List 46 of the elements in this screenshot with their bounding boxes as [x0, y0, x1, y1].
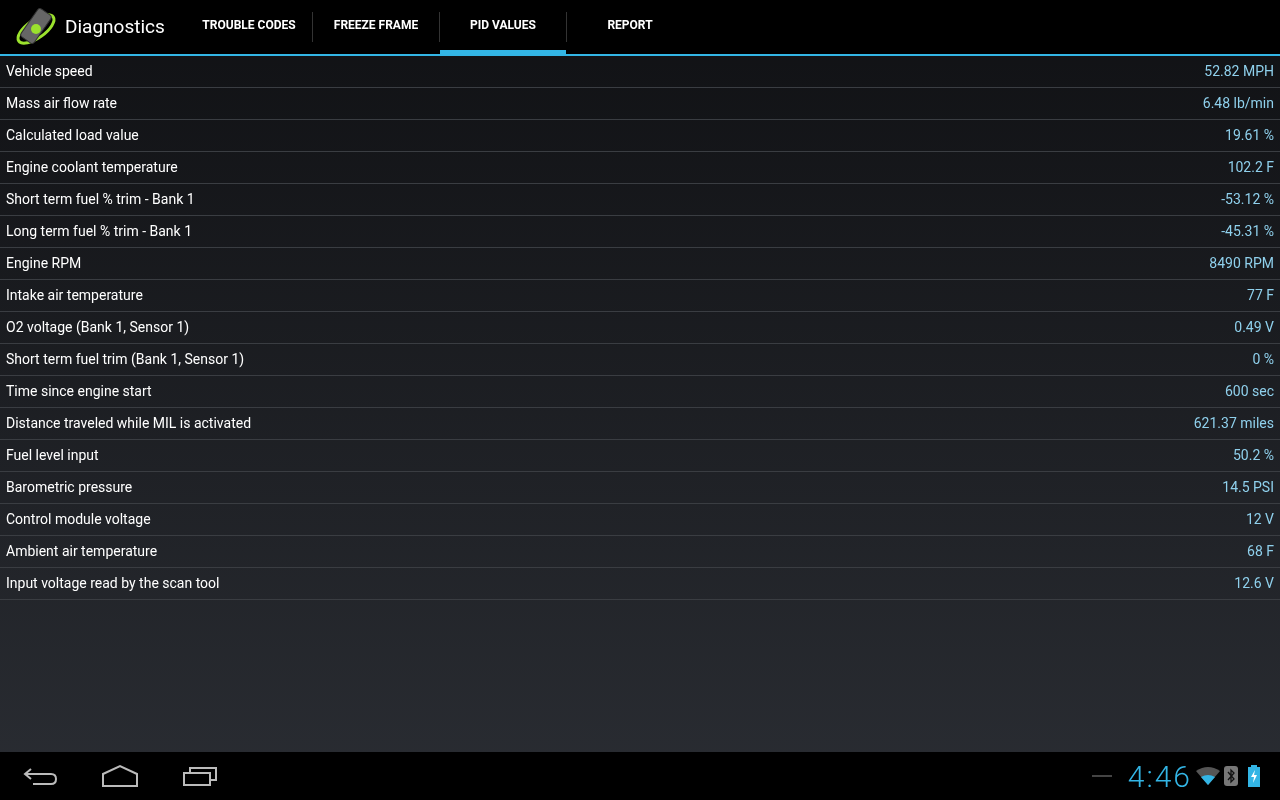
wifi-icon	[1196, 767, 1220, 785]
pid-name: Control module voltage	[6, 510, 151, 529]
pid-name: Mass air flow rate	[6, 94, 117, 113]
pid-name: Calculated load value	[6, 126, 139, 145]
pid-value: -53.12 %	[1221, 190, 1274, 209]
pid-name: Intake air temperature	[6, 286, 143, 305]
pid-name: Engine coolant temperature	[6, 158, 178, 177]
back-icon[interactable]	[23, 765, 59, 787]
tab[interactable]: TROUBLE CODES	[186, 0, 312, 54]
pid-name: Time since engine start	[6, 382, 152, 401]
pid-name: Barometric pressure	[6, 478, 133, 497]
tab[interactable]: PID VALUES	[440, 0, 566, 54]
pid-value: 6.48 lb/min	[1202, 94, 1274, 113]
pid-name: Distance traveled while MIL is activated	[6, 414, 252, 433]
battery-charging-icon	[1248, 765, 1260, 787]
pid-value: 52.82 MPH	[1204, 62, 1274, 81]
pid-value: 600 sec	[1224, 382, 1274, 401]
pid-name: Input voltage read by the scan tool	[6, 574, 220, 593]
tab[interactable]: REPORT	[567, 0, 693, 54]
pid-name: Engine RPM	[6, 254, 82, 273]
recent-apps-icon[interactable]	[182, 765, 218, 787]
pid-value: 19.61 %	[1225, 126, 1274, 145]
pid-value: 12 V	[1245, 510, 1274, 529]
pid-value: 14.5 PSI	[1222, 478, 1274, 497]
pid-name: Short term fuel % trim - Bank 1	[6, 190, 195, 209]
pid-value: 68 F	[1247, 542, 1274, 561]
pid-value: -45.31 %	[1221, 222, 1274, 241]
pid-value: 50.2 %	[1232, 446, 1274, 465]
pid-name: Fuel level input	[6, 446, 99, 465]
pid-value: 102.2 F	[1227, 158, 1274, 177]
pid-value: 621.37 miles	[1193, 414, 1274, 433]
pid-name: Long term fuel % trim - Bank 1	[6, 222, 193, 241]
home-icon[interactable]	[101, 764, 139, 788]
clock: 4:46	[1127, 757, 1192, 796]
app-title: Diagnostics	[65, 13, 165, 40]
pid-name: Vehicle speed	[6, 62, 93, 81]
pid-name: Short term fuel trim (Bank 1, Sensor 1)	[6, 350, 245, 369]
pid-value: 12.6 V	[1234, 574, 1274, 593]
pid-value: 0.49 V	[1234, 318, 1274, 337]
pid-value: 77 F	[1247, 286, 1274, 305]
pid-value: 8490 RPM	[1209, 254, 1274, 273]
pid-name: Ambient air temperature	[6, 542, 158, 561]
bluetooth-icon	[1224, 766, 1238, 786]
pid-name: O2 voltage (Bank 1, Sensor 1)	[6, 318, 190, 337]
pid-value: 0 %	[1252, 350, 1274, 369]
tab[interactable]: FREEZE FRAME	[313, 0, 439, 54]
